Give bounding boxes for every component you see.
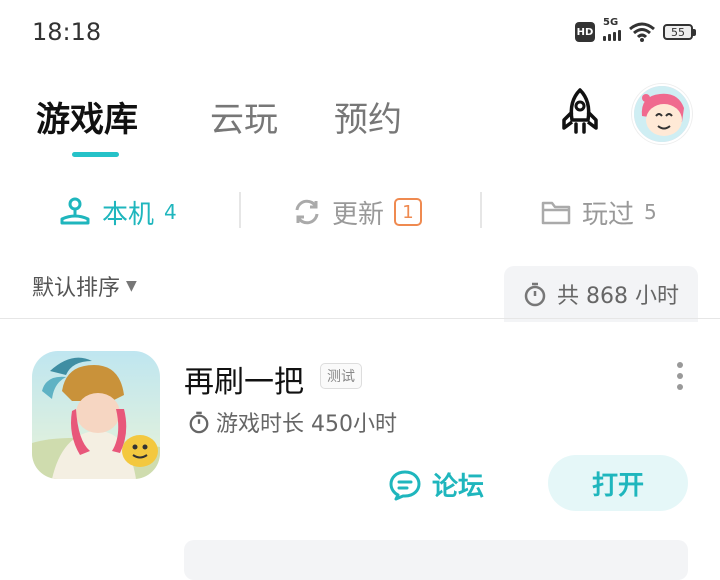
tab-game-library[interactable]: 游戏库: [36, 92, 138, 141]
test-tag: 测试: [320, 363, 362, 389]
tab-reservation[interactable]: 预约: [334, 92, 402, 141]
avatar[interactable]: [632, 84, 692, 144]
forum-button[interactable]: 论坛: [388, 466, 484, 503]
subtab-update-label: 更新: [332, 199, 385, 230]
game-playtime: 游戏时长 450小时: [188, 406, 397, 438]
subtab-played-count: 5: [644, 200, 657, 224]
active-tab-indicator: [72, 152, 119, 157]
game-icon[interactable]: [32, 351, 160, 479]
refresh-icon: [295, 199, 319, 225]
signal-icon: 5G: [603, 17, 621, 41]
battery-level: 55: [663, 24, 693, 40]
caret-down-icon: ▼: [126, 278, 137, 294]
status-time: 18:18: [32, 18, 102, 46]
section-divider: [0, 318, 720, 319]
total-playtime: 共 868 小时: [504, 266, 698, 322]
tab-cloud-play[interactable]: 云玩: [210, 92, 278, 141]
forum-label: 论坛: [432, 472, 485, 502]
battery-icon: 55: [663, 24, 696, 40]
joystick-icon: [60, 197, 90, 225]
subtab-local[interactable]: 本机 4: [58, 192, 177, 232]
hd-icon: HD: [575, 22, 595, 42]
open-game-button[interactable]: 打开: [548, 455, 688, 511]
sort-dropdown[interactable]: 默认排序 ▼: [32, 270, 137, 302]
subtab-local-label: 本机: [102, 199, 155, 230]
sort-label: 默认排序: [32, 276, 121, 301]
subtab-divider: [480, 192, 482, 228]
rocket-icon[interactable]: [554, 86, 606, 138]
stopwatch-icon: [524, 282, 546, 307]
more-options-icon[interactable]: [675, 362, 685, 390]
subtab-played[interactable]: 玩过 5: [540, 192, 657, 232]
total-playtime-label: 共 868 小时: [557, 284, 679, 309]
network-label: 5G: [603, 17, 619, 28]
chat-bubble-icon: [389, 470, 421, 500]
wifi-icon: [629, 22, 655, 42]
subtab-local-count: 4: [164, 200, 177, 224]
next-card-placeholder: [184, 540, 688, 580]
subtab-played-label: 玩过: [582, 199, 635, 230]
subtab-update[interactable]: 更新 1: [292, 192, 423, 232]
subtab-divider: [239, 192, 241, 228]
update-count-badge: 1: [394, 198, 423, 226]
game-title[interactable]: 再刷一把: [184, 357, 304, 401]
folder-icon: [541, 201, 571, 225]
stopwatch-icon: [189, 411, 209, 434]
game-playtime-label: 游戏时长 450小时: [216, 412, 397, 437]
status-icons: HD 5G 55: [575, 17, 696, 42]
